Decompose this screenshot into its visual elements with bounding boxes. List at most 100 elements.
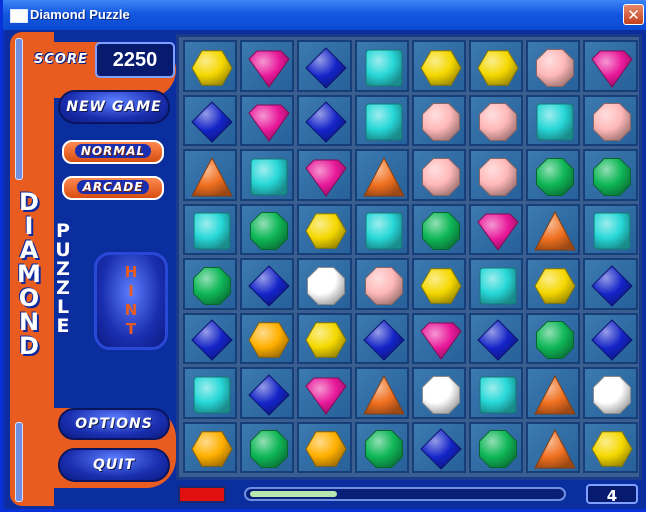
board-cell[interactable]	[411, 367, 466, 419]
options-button[interactable]: OPTIONS	[58, 408, 170, 440]
board-cell[interactable]	[183, 421, 238, 473]
board-cell[interactable]	[297, 203, 352, 255]
board-cell[interactable]	[297, 40, 352, 92]
level-indicator: 4	[586, 484, 638, 505]
hint-label: HINT	[97, 263, 165, 339]
blue-diamond-gem-icon	[305, 47, 348, 89]
cyan-square-gem-icon	[193, 376, 231, 414]
board-cell[interactable]	[297, 94, 352, 146]
board-cell[interactable]	[240, 258, 295, 310]
magenta-gem-gem-icon	[248, 104, 290, 143]
board-cell[interactable]	[411, 149, 466, 201]
green-octagon-gem-icon	[250, 430, 289, 469]
white-octagon-gem-icon	[593, 375, 632, 414]
gold-hex-gem-icon	[191, 431, 233, 468]
cyan-square-gem-icon	[250, 158, 288, 196]
board-cell[interactable]	[526, 203, 581, 255]
board-cell[interactable]	[354, 367, 409, 419]
board-cell[interactable]	[526, 149, 581, 201]
blue-diamond-gem-icon	[477, 319, 519, 361]
new-game-button[interactable]: NEW GAME	[58, 90, 170, 124]
board-cell[interactable]	[469, 258, 524, 310]
board-cell[interactable]	[183, 40, 238, 92]
board-cell[interactable]	[583, 203, 638, 255]
normal-mode-label: NORMAL	[74, 144, 152, 158]
board-cell[interactable]	[526, 40, 581, 92]
board-cell[interactable]	[583, 312, 638, 364]
hint-letter: H	[124, 263, 138, 281]
board-cell[interactable]	[469, 40, 524, 92]
arcade-mode-button[interactable]: ARCADE	[62, 176, 164, 200]
board-cell[interactable]	[469, 203, 524, 255]
board-cell[interactable]	[183, 149, 238, 201]
board-cell[interactable]	[411, 94, 466, 146]
score-label: SCORE	[34, 52, 88, 67]
board-cell[interactable]	[183, 312, 238, 364]
board-cell[interactable]	[526, 421, 581, 473]
orange-triangle-gem-icon	[191, 156, 233, 197]
magenta-gem-gem-icon	[591, 50, 634, 88]
green-octagon-gem-icon	[193, 266, 232, 305]
board-cell[interactable]	[240, 203, 295, 255]
blue-diamond-gem-icon	[248, 374, 290, 416]
board-cell[interactable]	[583, 94, 638, 146]
normal-mode-button[interactable]: NORMAL	[62, 140, 164, 164]
green-octagon-gem-icon	[536, 321, 575, 360]
board-cell[interactable]	[526, 258, 581, 310]
board-cell[interactable]	[354, 94, 409, 146]
board-cell[interactable]	[183, 94, 238, 146]
board-cell[interactable]	[526, 94, 581, 146]
blue-diamond-gem-icon	[191, 319, 233, 361]
magenta-gem-gem-icon	[420, 322, 462, 361]
board-cell[interactable]	[240, 94, 295, 146]
magenta-gem-gem-icon	[248, 50, 290, 88]
board-cell[interactable]	[183, 367, 238, 419]
board-cell[interactable]	[583, 40, 638, 92]
game-board[interactable]	[176, 34, 642, 480]
board-cell[interactable]	[469, 421, 524, 473]
quit-button[interactable]: QUIT	[58, 448, 170, 482]
board-cell[interactable]	[354, 40, 409, 92]
game-window: Diamond Puzzle ✕ SCORE 2250 NEW GAME NOR…	[0, 0, 646, 512]
board-cell[interactable]	[583, 149, 638, 201]
close-button[interactable]: ✕	[623, 4, 644, 25]
board-cell[interactable]	[354, 203, 409, 255]
board-cell[interactable]	[411, 203, 466, 255]
board-cell[interactable]	[354, 149, 409, 201]
board-cell[interactable]	[469, 149, 524, 201]
board-cell[interactable]	[583, 258, 638, 310]
board-cell[interactable]	[297, 421, 352, 473]
hint-button[interactable]: HINT	[94, 252, 168, 350]
board-cell[interactable]	[240, 421, 295, 473]
board-cell[interactable]	[297, 312, 352, 364]
board-cell[interactable]	[240, 40, 295, 92]
board-cell[interactable]	[583, 367, 638, 419]
board-cell[interactable]	[526, 367, 581, 419]
yellow-hex-gem-icon	[420, 49, 462, 86]
board-cell[interactable]	[411, 421, 466, 473]
board-cell[interactable]	[469, 367, 524, 419]
board-cell[interactable]	[183, 203, 238, 255]
board-cell[interactable]	[297, 149, 352, 201]
pink-octagon-gem-icon	[593, 103, 632, 142]
board-cell[interactable]	[411, 312, 466, 364]
board-cell[interactable]	[183, 258, 238, 310]
board-cell[interactable]	[411, 40, 466, 92]
board-cell[interactable]	[297, 258, 352, 310]
board-cell[interactable]	[583, 421, 638, 473]
score-value: 2250	[95, 42, 175, 78]
board-cell[interactable]	[411, 258, 466, 310]
board-cell[interactable]	[240, 367, 295, 419]
board-cell[interactable]	[240, 149, 295, 201]
board-cell[interactable]	[240, 312, 295, 364]
board-cell[interactable]	[469, 94, 524, 146]
board-cell[interactable]	[354, 312, 409, 364]
title-bar[interactable]: Diamond Puzzle ✕	[3, 0, 646, 30]
board-cell[interactable]	[469, 312, 524, 364]
app-icon	[10, 9, 28, 23]
board-cell[interactable]	[354, 258, 409, 310]
board-cell[interactable]	[297, 367, 352, 419]
board-cell[interactable]	[526, 312, 581, 364]
orange-triangle-gem-icon	[534, 211, 577, 251]
board-cell[interactable]	[354, 421, 409, 473]
